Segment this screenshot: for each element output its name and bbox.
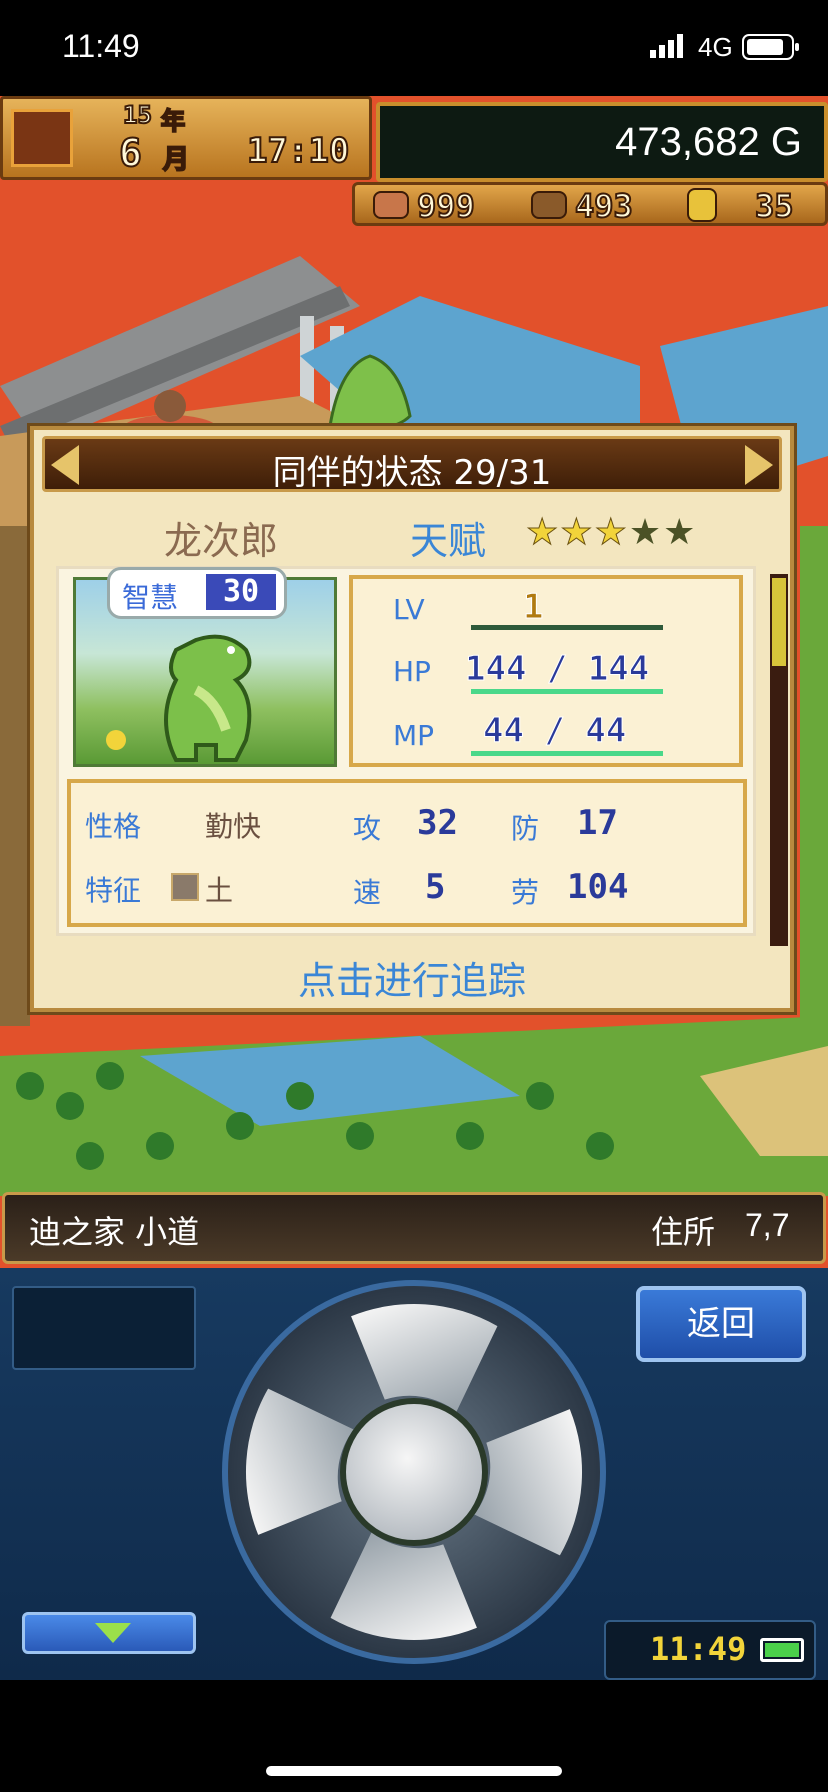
dialog-title-bar: 同伴的状态 29/31 bbox=[42, 436, 782, 493]
talent-stars: ★★★★★ bbox=[525, 512, 698, 554]
dialog-title: 同伴的状态 29/31 bbox=[272, 453, 552, 493]
resources-panel: 999 493 35 bbox=[352, 182, 828, 226]
trait-label: 特征 bbox=[85, 874, 142, 907]
status-content: 智慧 30 LV 1 HP 144 / 144 MP 44 / 44 性格 勤快… bbox=[56, 566, 756, 936]
dpad[interactable] bbox=[222, 1280, 606, 1664]
hp-label: HP bbox=[393, 655, 431, 688]
lv-value: 1 bbox=[522, 587, 544, 628]
star-filled-icon: ★ bbox=[560, 512, 595, 554]
device-clock: 11:49 bbox=[650, 1630, 747, 1668]
tooltip-label: 智慧 bbox=[122, 581, 179, 614]
dinosaur-sprite bbox=[164, 634, 252, 762]
companion-status-dialog: 同伴的状态 29/31 龙次郎 天赋 ★★★★★ 智慧 30 LV 1 HP 1… bbox=[30, 426, 794, 1012]
labor-value: 104 bbox=[567, 867, 629, 907]
defense-label: 防 bbox=[511, 812, 540, 845]
meat-icon bbox=[373, 191, 409, 219]
personality-value: 勤快 bbox=[205, 810, 262, 843]
network-type: 4G bbox=[698, 32, 733, 62]
mini-panel bbox=[12, 1286, 196, 1370]
attack-label: 攻 bbox=[353, 812, 382, 845]
controller-panel: 返回 11:49 bbox=[0, 1268, 828, 1680]
location-bar: 迪之家 小道 住所 7,7 bbox=[2, 1192, 826, 1264]
star-empty-icon: ★ bbox=[628, 512, 664, 553]
lv-bar bbox=[471, 625, 663, 630]
battery-fill bbox=[765, 1643, 799, 1657]
weather-icon[interactable] bbox=[11, 109, 73, 167]
stat-tooltip: 智慧 30 bbox=[107, 567, 287, 619]
scroll-thumb[interactable] bbox=[772, 578, 786, 666]
coord-label: 住所 bbox=[651, 1213, 716, 1251]
attributes-box: 性格 勤快 攻 32 防 17 特征 土 速 5 劳 104 bbox=[67, 779, 747, 927]
labor-label: 劳 bbox=[511, 876, 540, 909]
month-number: 6 bbox=[118, 130, 143, 176]
star-filled-icon: ★ bbox=[594, 512, 629, 554]
track-button[interactable]: 点击进行追踪 bbox=[34, 950, 790, 1005]
gold-ore-icon bbox=[687, 188, 717, 222]
personality-label: 性格 bbox=[85, 810, 142, 843]
year-unit: 年 bbox=[160, 106, 186, 136]
mp-value: 44 / 44 bbox=[482, 711, 627, 752]
wood-count: 493 bbox=[574, 186, 634, 226]
hp-value: 144 / 144 bbox=[464, 649, 650, 690]
scrollbar[interactable] bbox=[770, 574, 788, 946]
lv-label: LV bbox=[393, 593, 425, 626]
down-arrow-icon bbox=[95, 1623, 131, 1643]
date-panel: 15 年 6 月 17:10 bbox=[0, 96, 372, 180]
defense-value: 17 bbox=[577, 803, 618, 843]
character-name: 龙次郎 bbox=[164, 519, 279, 563]
star-filled-icon: ★ bbox=[525, 512, 561, 554]
hp-bar bbox=[471, 689, 663, 694]
speed-label: 速 bbox=[353, 876, 382, 909]
status-time: 11:49 bbox=[62, 28, 140, 64]
tooltip-value: 30 bbox=[206, 574, 276, 610]
earth-element-icon bbox=[171, 873, 199, 901]
mp-bar bbox=[471, 751, 663, 756]
month-unit: 月 bbox=[162, 144, 190, 176]
signal-icon bbox=[650, 34, 688, 62]
gold-panel: 473,682 G bbox=[376, 102, 828, 182]
home-indicator[interactable] bbox=[266, 1766, 562, 1776]
wood-icon bbox=[531, 191, 567, 219]
mp-label: MP bbox=[393, 719, 435, 752]
attack-value: 32 bbox=[417, 803, 458, 843]
back-button[interactable]: 返回 bbox=[636, 1286, 806, 1362]
battery-icon bbox=[742, 34, 800, 64]
menu-toggle-button[interactable] bbox=[22, 1612, 196, 1654]
game-clock: 17:10 bbox=[246, 130, 350, 172]
talent-label: 天赋 bbox=[410, 519, 487, 563]
star-empty-icon: ★ bbox=[663, 512, 698, 553]
trait-value: 土 bbox=[205, 874, 234, 907]
ore-count: 35 bbox=[754, 186, 795, 226]
meat-count: 999 bbox=[416, 186, 476, 226]
speed-value: 5 bbox=[425, 867, 446, 907]
device-battery-icon bbox=[760, 1638, 804, 1662]
gold-amount: 473,682 G bbox=[615, 120, 802, 164]
location-name: 迪之家 小道 bbox=[29, 1213, 200, 1251]
coord-value: 7,7 bbox=[745, 1207, 790, 1243]
dpad-center-button[interactable] bbox=[340, 1398, 488, 1546]
status-bar: 11:49 4G bbox=[0, 0, 828, 96]
stats-box: LV 1 HP 144 / 144 MP 44 / 44 bbox=[349, 575, 743, 767]
year-number: 15 bbox=[122, 100, 153, 130]
flower-icon bbox=[106, 730, 126, 750]
device-clock-panel: 11:49 bbox=[604, 1620, 816, 1680]
